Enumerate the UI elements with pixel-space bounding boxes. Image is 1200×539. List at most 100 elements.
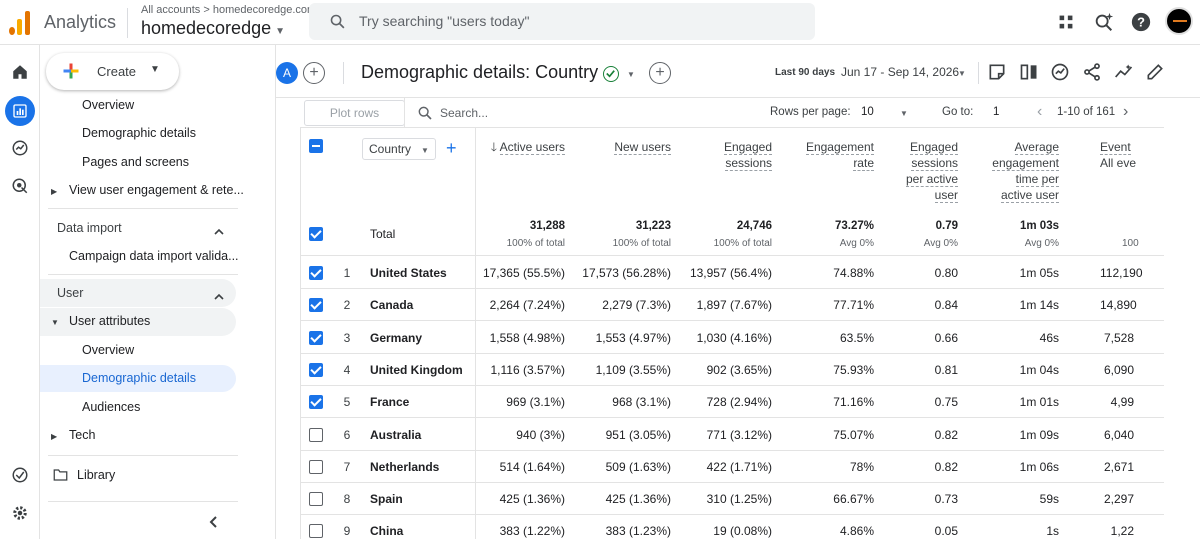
totals-checkbox[interactable]: [309, 227, 323, 241]
reports-icon[interactable]: [5, 96, 35, 126]
advertising-icon[interactable]: [8, 174, 32, 198]
column-label: engagement: [992, 156, 1059, 171]
trend-icon[interactable]: [1114, 62, 1134, 82]
column-header-active-users[interactable]: 🡓 Active users: [480, 139, 565, 155]
dimension-selector[interactable]: Country ▼: [362, 138, 436, 160]
insights-icon[interactable]: [1093, 11, 1115, 33]
user-attributes-row: ▼ User attributes: [40, 314, 276, 334]
chevron-down-icon[interactable]: ▼: [627, 70, 635, 79]
property-selector[interactable]: homedecoredge ▼: [141, 18, 285, 39]
sidebar-item-overview[interactable]: Overview: [40, 98, 276, 118]
table-row[interactable]: 4 United Kingdom 1,116 (3.57%) 1,109 (3.55%…: [300, 354, 1164, 386]
date-range-selector[interactable]: Jun 17 - Sep 14, 2026: [841, 65, 959, 79]
sidebar-item-label: Audiences: [82, 400, 141, 414]
rows-per-page-select[interactable]: 10: [861, 106, 874, 118]
insights-icon[interactable]: [1050, 62, 1070, 82]
settings-icon[interactable]: [8, 501, 32, 525]
row-checkbox[interactable]: [309, 459, 323, 474]
breadcrumb[interactable]: All accounts > homedecoredge.com: [141, 4, 316, 16]
select-all-checkbox[interactable]: [309, 139, 323, 153]
column-sublabel: All eve: [1100, 156, 1137, 170]
column-header-engaged-sessions[interactable]: Engaged sessions: [680, 139, 772, 171]
metric-cell: 7,528: [1103, 330, 1134, 345]
metric-cell: 514 (1.64%): [499, 459, 565, 474]
table-row[interactable]: 5 France 969 (3.1%) 968 (3.1%) 728 (2.94%) 71…: [300, 386, 1164, 419]
sidebar-item-tech[interactable]: ▶ Tech: [40, 428, 276, 448]
table-row[interactable]: 1 United States 17,365 (55.5%) 17,573 (56.2…: [300, 257, 1164, 289]
chevron-down-icon[interactable]: ▼: [958, 69, 966, 78]
add-dimension-icon[interactable]: +: [446, 138, 457, 159]
country-cell: Spain: [370, 492, 403, 507]
chevron-down-icon[interactable]: ▼: [900, 109, 908, 118]
add-comparison-icon[interactable]: +: [303, 62, 325, 84]
home-icon[interactable]: [8, 60, 32, 84]
row-checkbox[interactable]: [309, 395, 323, 410]
collapse-sidebar-icon[interactable]: [207, 515, 221, 529]
row-checkbox[interactable]: [309, 492, 323, 507]
sidebar-item-label: Demographic details: [82, 371, 196, 385]
divider: [48, 208, 238, 209]
section-data-import[interactable]: Data import: [40, 221, 276, 241]
sidebar-item-engagement[interactable]: ▶ View user engagement & rete...: [40, 183, 276, 203]
country-cell: Canada: [370, 298, 414, 313]
metric-cell: 1m 14s: [1019, 298, 1059, 313]
sidebar-item-audiences[interactable]: Audiences: [40, 400, 276, 420]
analytics-logo[interactable]: [8, 9, 32, 35]
sidebar-item-campaign-import[interactable]: Campaign data import valida...: [40, 249, 276, 269]
customize-report-icon[interactable]: [987, 62, 1007, 82]
page-title: Demographic details: Country: [361, 62, 599, 82]
row-checkbox[interactable]: [309, 266, 323, 280]
segment-badge[interactable]: A: [276, 62, 298, 84]
column-label: New users: [614, 140, 671, 155]
sidebar-item-label: Pages and screens: [82, 155, 190, 169]
row-checkbox[interactable]: [309, 427, 323, 442]
share-icon[interactable]: [1082, 62, 1102, 82]
app-title: Analytics: [44, 12, 117, 32]
sidebar-item-library[interactable]: Library: [40, 468, 276, 488]
column-header-event-count[interactable]: Event All eve: [1100, 139, 1164, 171]
report-header: A + Demographic details: Country ▼ + Las…: [276, 45, 1200, 98]
verified-check-icon[interactable]: [603, 66, 619, 82]
table-row[interactable]: 2 Canada 2,264 (7.24%) 2,279 (7.3%) 1,897 (7…: [300, 289, 1164, 322]
sidebar-item-demographic-details[interactable]: Demographic details: [40, 126, 276, 146]
help-icon[interactable]: ?: [1130, 11, 1152, 33]
metric-cell: 0.84: [934, 298, 958, 313]
sidebar-item-ua-demographic-details[interactable]: Demographic details: [40, 365, 236, 392]
compare-icon[interactable]: [1019, 62, 1039, 82]
edit-pencil-icon[interactable]: [1145, 62, 1165, 82]
metric-cell: 1,553 (4.97%): [595, 330, 671, 345]
sidebar-item-label: View user engagement & rete...: [69, 183, 244, 197]
configure-icon[interactable]: [8, 463, 32, 487]
sidebar-item-ua-overview[interactable]: Overview: [40, 343, 276, 363]
metric-cell: 969 (3.1%): [506, 395, 565, 410]
column-header-sessions-per-user[interactable]: Engaged sessions per active user: [890, 139, 958, 203]
metric-cell: 2,279 (7.3%): [602, 298, 671, 313]
explore-icon[interactable]: [8, 136, 32, 160]
prev-page-icon[interactable]: ‹: [1037, 103, 1042, 121]
table-search-input[interactable]: Search...: [440, 106, 488, 120]
section-label: Data import: [57, 221, 122, 235]
next-page-icon[interactable]: ›: [1123, 103, 1128, 121]
table-row[interactable]: 7 Netherlands 514 (1.64%) 509 (1.63%) 422 (1…: [300, 451, 1164, 483]
sidebar-item-pages-and-screens[interactable]: Pages and screens: [40, 155, 276, 175]
column-header-new-users[interactable]: New users: [580, 139, 671, 155]
row-checkbox[interactable]: [309, 298, 323, 313]
create-button[interactable]: Create ▼: [46, 53, 179, 90]
country-cell: China: [370, 524, 404, 539]
goto-input[interactable]: 1: [993, 106, 999, 118]
plot-rows-button[interactable]: Plot rows: [304, 100, 405, 126]
apps-grid-icon[interactable]: [1055, 11, 1077, 33]
account-avatar[interactable]: [1165, 7, 1193, 35]
row-checkbox[interactable]: [309, 362, 323, 377]
column-header-engagement-rate[interactable]: Engagement rate: [780, 139, 874, 171]
table-row[interactable]: 9 China 383 (1.22%) 383 (1.23%) 19 (0.08%) 4.…: [300, 515, 1164, 539]
table-row[interactable]: 6 Australia 940 (3%) 951 (3.05%) 771 (3.12%)…: [300, 419, 1164, 451]
total-value: 0.79: [935, 220, 958, 232]
column-header-avg-engagement-time[interactable]: Average engagement time per active user: [970, 139, 1059, 203]
add-filter-icon[interactable]: +: [649, 62, 671, 84]
search-bar[interactable]: Try searching "users today": [309, 3, 815, 40]
table-row[interactable]: 3 Germany 1,558 (4.98%) 1,553 (4.97%) 1,030 …: [300, 322, 1164, 354]
row-checkbox[interactable]: [309, 330, 323, 345]
row-checkbox[interactable]: [309, 524, 323, 539]
table-row[interactable]: 8 Spain 425 (1.36%) 425 (1.36%) 310 (1.25%) 6…: [300, 483, 1164, 516]
